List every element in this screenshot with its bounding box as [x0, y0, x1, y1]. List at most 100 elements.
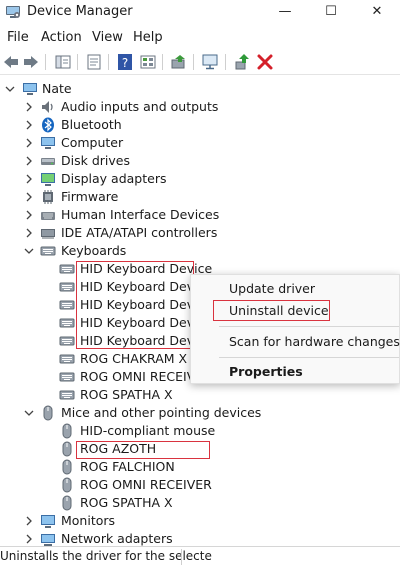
- chevron-right-icon[interactable]: [23, 191, 35, 203]
- toolbar-separator: [77, 54, 78, 70]
- toolbar-separator: [225, 54, 226, 70]
- context-update-driver[interactable]: Update driver: [191, 278, 400, 300]
- help-icon[interactable]: ?: [116, 53, 134, 71]
- toolbar-separator: [45, 54, 46, 70]
- tree-category[interactable]: Firmware: [0, 188, 400, 206]
- tree-category[interactable]: Network adapters: [0, 530, 400, 546]
- window-title: Device Manager: [27, 4, 133, 19]
- context-item-label: Scan for hardware changes: [229, 334, 400, 349]
- close-button[interactable]: ✕: [354, 0, 400, 24]
- scan-hardware-icon[interactable]: [201, 53, 219, 71]
- menu-file[interactable]: File: [7, 30, 29, 45]
- mouse-icon: [62, 441, 72, 457]
- keyboard-device-label: ROG SPATHA X: [80, 387, 173, 402]
- maximize-button[interactable]: ☐: [308, 0, 354, 24]
- keyboard-icon: [59, 336, 75, 346]
- tree-category[interactable]: Disk drives: [0, 152, 400, 170]
- chevron-right-icon[interactable]: [23, 119, 35, 131]
- menu-bar: File Action View Help: [0, 27, 400, 49]
- chevron-right-icon[interactable]: [23, 101, 35, 113]
- toolbar: ?: [0, 50, 400, 75]
- mouse-icon: [43, 405, 53, 421]
- chevron-right-icon[interactable]: [23, 173, 35, 185]
- uninstall-device-icon[interactable]: [256, 53, 274, 71]
- bluetooth-icon: [42, 117, 54, 133]
- chevron-right-icon[interactable]: [23, 227, 35, 239]
- status-divider: [181, 549, 182, 565]
- tree-category[interactable]: Display adapters: [0, 170, 400, 188]
- mouse-icon: [62, 423, 72, 439]
- context-properties[interactable]: Properties: [191, 361, 400, 383]
- update-driver-icon[interactable]: [170, 53, 188, 71]
- menu-help[interactable]: Help: [133, 30, 163, 45]
- mouse-device-label: ROG FALCHION: [80, 459, 175, 474]
- tree-category[interactable]: IDE ATA/ATAPI controllers: [0, 224, 400, 242]
- mouse-device[interactable]: ROG OMNI RECEIVER: [0, 476, 400, 494]
- firmware-icon: [43, 190, 53, 204]
- tree-category-label: Monitors: [61, 513, 116, 528]
- minimize-button[interactable]: —: [262, 0, 308, 24]
- mouse-device[interactable]: ROG FALCHION: [0, 458, 400, 476]
- mouse-device-label: HID-compliant mouse: [80, 423, 216, 438]
- chevron-right-icon[interactable]: [23, 533, 35, 545]
- menu-view[interactable]: View: [92, 30, 123, 45]
- computer-icon: [23, 83, 37, 95]
- device-manager-app-icon: [6, 6, 20, 18]
- tree-category-label: IDE ATA/ATAPI controllers: [61, 225, 218, 240]
- tree-category-label: Audio inputs and outputs: [61, 99, 219, 114]
- context-separator: [219, 326, 399, 327]
- tree-category-mice[interactable]: Mice and other pointing devices: [0, 404, 400, 422]
- keyboard-icon: [59, 390, 75, 400]
- mouse-device-label: ROG SPATHA X: [80, 495, 173, 510]
- context-scan-hardware[interactable]: Scan for hardware changes: [191, 331, 400, 353]
- tree-root[interactable]: Nate: [0, 80, 400, 98]
- mouse-icon: [62, 495, 72, 511]
- chevron-right-icon[interactable]: [23, 137, 35, 149]
- keyboard-icon: [59, 264, 75, 274]
- chevron-down-icon[interactable]: [4, 83, 16, 95]
- chevron-right-icon[interactable]: [23, 155, 35, 167]
- mouse-device[interactable]: ROG AZOTH: [0, 440, 400, 458]
- mouse-device[interactable]: HID-compliant mouse: [0, 422, 400, 440]
- context-separator: [219, 357, 399, 358]
- back-arrow-icon[interactable]: [2, 53, 20, 71]
- tree-category-label: Network adapters: [61, 531, 173, 546]
- enable-device-icon[interactable]: [233, 53, 251, 71]
- tree-root-label: Nate: [42, 81, 72, 96]
- keyboard-device[interactable]: ROG SPATHA X: [0, 386, 400, 404]
- tree-category-label: Firmware: [61, 189, 119, 204]
- speaker-icon: [42, 101, 53, 113]
- view-icon[interactable]: [139, 53, 157, 71]
- monitor-icon: [41, 515, 55, 528]
- tree-category[interactable]: Monitors: [0, 512, 400, 530]
- tree-category-keyboards[interactable]: Keyboards: [0, 242, 400, 260]
- tree-category-label: Computer: [61, 135, 124, 150]
- tree-category-label: Disk drives: [61, 153, 130, 168]
- keyboard-icon: [40, 246, 56, 256]
- mouse-device[interactable]: ROG SPATHA X: [0, 494, 400, 512]
- forward-arrow-icon[interactable]: [22, 53, 40, 71]
- chevron-down-icon[interactable]: [23, 245, 35, 257]
- chevron-right-icon[interactable]: [23, 209, 35, 221]
- tree-category-label: Human Interface Devices: [61, 207, 220, 222]
- mouse-device-label: ROG AZOTH: [80, 441, 157, 456]
- tree-category-label: Bluetooth: [61, 117, 122, 132]
- show-hide-console-tree-icon[interactable]: [54, 53, 72, 71]
- tree-category[interactable]: Audio inputs and outputs: [0, 98, 400, 116]
- chevron-right-icon[interactable]: [23, 515, 35, 527]
- properties-icon[interactable]: [85, 53, 103, 71]
- keyboard-icon: [59, 282, 75, 292]
- tree-category[interactable]: Human Interface Devices: [0, 206, 400, 224]
- disk-drive-icon: [41, 158, 55, 165]
- tree-category[interactable]: Bluetooth: [0, 116, 400, 134]
- mouse-icon: [62, 477, 72, 493]
- keyboard-icon: [59, 318, 75, 328]
- keyboard-icon: [59, 372, 75, 382]
- hid-icon: [41, 212, 55, 220]
- menu-action[interactable]: Action: [41, 30, 82, 45]
- toolbar-separator: [108, 54, 109, 70]
- tree-category-label: Mice and other pointing devices: [61, 405, 262, 420]
- tree-category[interactable]: Computer: [0, 134, 400, 152]
- svg-text:?: ?: [122, 56, 128, 70]
- chevron-down-icon[interactable]: [23, 407, 35, 419]
